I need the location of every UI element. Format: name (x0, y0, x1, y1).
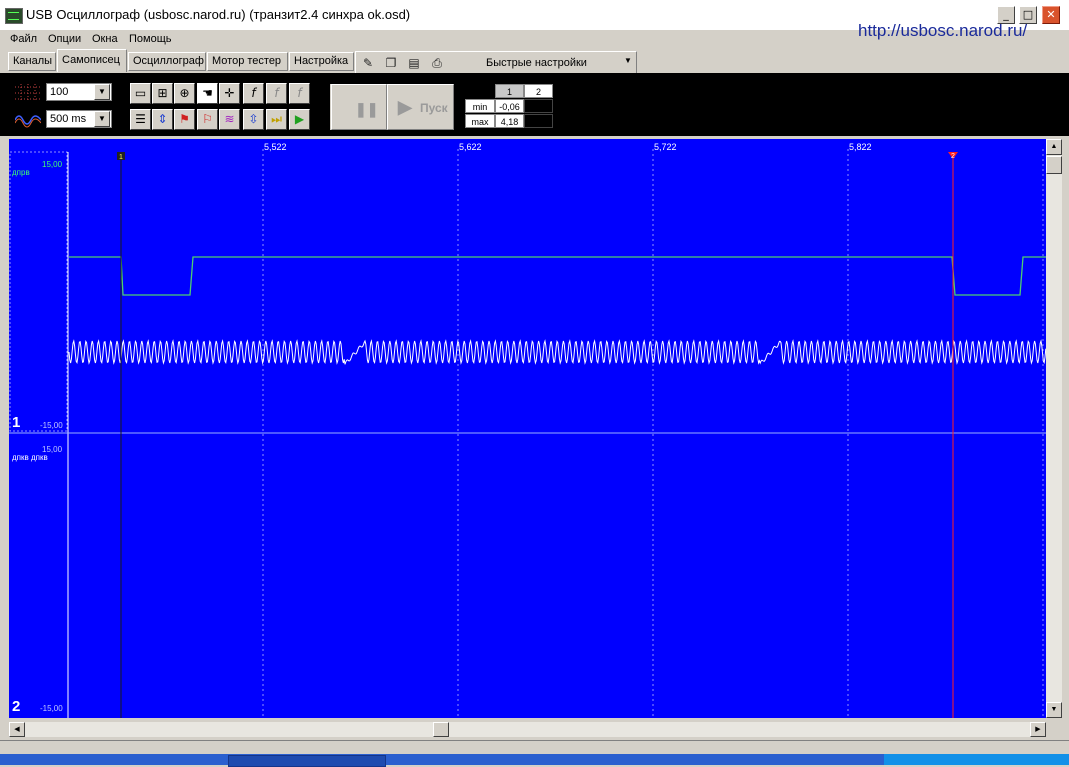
step-forward-icon[interactable]: ⏭ (266, 109, 287, 130)
function-edit-icon[interactable]: f (266, 83, 287, 104)
square-trace (69, 256, 1046, 296)
pause-button[interactable]: ❚❚ (331, 84, 387, 130)
scroll-right-icon[interactable]: ▶ (1030, 722, 1046, 737)
run-button[interactable]: ▶ Пуск (387, 84, 454, 130)
chevron-down-icon[interactable]: ▼ (94, 84, 110, 100)
clipboard-icon[interactable]: ▤ (406, 55, 422, 71)
noise-icon[interactable]: ≋ (219, 109, 240, 130)
tab-recorder[interactable]: Самописец (57, 49, 127, 72)
select-region-icon[interactable]: ⊞ (152, 83, 173, 104)
points-value: 100 (50, 86, 69, 98)
function-add-icon[interactable]: f (243, 83, 264, 104)
channel1-name: дпрв (12, 168, 30, 177)
channel2-bottom-label: -15,00 (40, 704, 63, 713)
run-label: Пуск (420, 101, 448, 115)
scroll-thumb[interactable] (1046, 156, 1062, 174)
scale-arrows-icon[interactable]: ⇳ (243, 109, 264, 130)
menu-file[interactable]: Файл (10, 33, 37, 45)
channel1-top-label: 15,00 (42, 160, 63, 169)
tab-motor-tester[interactable]: Мотор тестер (207, 52, 288, 71)
minmax-table: 1 2 min -0,06 max 4,18 (465, 84, 553, 129)
menu-windows[interactable]: Окна (92, 33, 118, 45)
channel1-number: 1 (12, 414, 20, 431)
channel2-number: 2 (12, 698, 20, 715)
open-file-icon[interactable]: ✎ (360, 55, 376, 71)
zoom-in-icon[interactable]: ⊕ (174, 83, 195, 104)
minmax-row-label: min (465, 99, 495, 113)
tab-channels[interactable]: Каналы (8, 52, 56, 71)
trigger-icon[interactable]: ⚑ (174, 109, 195, 130)
min-value-2 (524, 99, 553, 113)
timebase-value: 500 ms (50, 113, 87, 125)
taskbar (0, 754, 1069, 767)
menu-options[interactable]: Опции (48, 33, 81, 45)
wave-mode-icon[interactable] (15, 110, 41, 128)
plot-area[interactable]: 5,522 5,622 5,722 5,822 15,00 дпрв 1 -15… (9, 139, 1046, 718)
taskbar-app-button[interactable] (228, 755, 386, 767)
scroll-up-icon[interactable]: ▲ (1046, 139, 1062, 155)
play-icon: ▶ (398, 97, 412, 117)
chevron-down-icon[interactable]: ▼ (94, 111, 110, 127)
cursor-2-label: 2 (951, 153, 955, 160)
plot-canvas[interactable]: 5,522 5,622 5,722 5,822 15,00 дпрв 1 -15… (9, 139, 1046, 718)
max-value-2 (524, 114, 553, 128)
save-file-icon[interactable]: ❐ (383, 55, 399, 71)
max-value-1: 4,18 (495, 114, 524, 128)
menu-help[interactable]: Помощь (129, 33, 172, 45)
time-tick-label: 5,722 (654, 142, 677, 152)
zoom-region-icon[interactable]: ▭ (130, 83, 151, 104)
scroll-left-icon[interactable]: ◀ (9, 722, 25, 737)
status-bar (0, 740, 1069, 753)
grid-display-icon[interactable] (15, 84, 41, 102)
app-icon (5, 8, 23, 24)
minmax-row-label: max (465, 114, 495, 128)
site-url: http://usbosc.narod.ru/ (858, 21, 1028, 40)
minmax-col-1: 1 (495, 84, 524, 98)
vertical-scale-icon[interactable]: ⇕ (152, 109, 173, 130)
close-button[interactable]: ✕ (1042, 6, 1060, 24)
function-remove-icon[interactable]: f (289, 83, 310, 104)
scroll-thumb[interactable] (433, 722, 449, 737)
print-icon[interactable]: ⎙ (429, 55, 445, 71)
quick-settings-dropdown-icon[interactable]: ▼ (624, 56, 632, 65)
minmax-corner (465, 84, 495, 98)
hand-pan-icon[interactable]: ☚ (197, 83, 218, 104)
time-tick-label: 5,822 (849, 142, 872, 152)
signal-trace (68, 339, 1046, 365)
crosshair-icon[interactable]: ✛ (219, 83, 240, 104)
marker-flag-icon[interactable]: ⚐ (197, 109, 218, 130)
channel2-name: дпкв дпкв (12, 453, 48, 462)
window-title: USB Осциллограф (usbosc.narod.ru) (транз… (26, 7, 411, 22)
scroll-down-icon[interactable]: ▼ (1046, 702, 1062, 718)
channel1-bottom-label: -15,00 (40, 421, 63, 430)
min-value-1: -0,06 (495, 99, 524, 113)
time-tick-label: 5,622 (459, 142, 482, 152)
horizontal-scrollbar[interactable]: ◀ ▶ (9, 722, 1046, 737)
play-icon[interactable]: ▶ (289, 109, 310, 130)
lines-icon[interactable]: ☰ (130, 109, 151, 130)
time-tick-label: 5,522 (264, 142, 287, 152)
tab-oscilloscope[interactable]: Осциллограф (128, 52, 206, 71)
quick-settings-label[interactable]: Быстрые настройки (486, 57, 587, 69)
vertical-scrollbar[interactable]: ▲ ▼ (1046, 139, 1062, 718)
system-tray (884, 754, 1069, 765)
pause-icon: ❚❚ (355, 101, 379, 117)
tab-settings[interactable]: Настройка (289, 52, 354, 71)
minmax-col-2: 2 (524, 84, 553, 98)
cursor-1-label: 1 (119, 154, 123, 161)
